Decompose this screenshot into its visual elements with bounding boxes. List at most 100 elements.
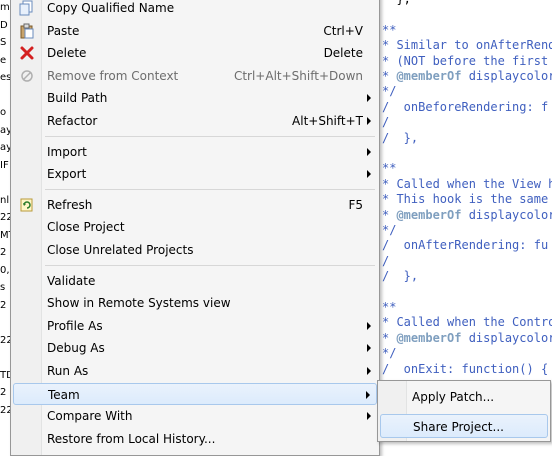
- code-line: },: [382, 0, 410, 6]
- menu-item-label: Compare With: [47, 409, 133, 424]
- copy-icon: [19, 0, 35, 16]
- menu-item-label: Validate: [47, 273, 96, 288]
- menu-item-debug-as[interactable]: Debug As: [13, 337, 377, 359]
- menu-item-label: Run As: [47, 364, 89, 378]
- code-token: displaycolor: [461, 330, 552, 345]
- code-line: * (NOT before the first: [382, 54, 548, 68]
- submenu-arrow-icon: [367, 367, 371, 375]
- menu-item-label: Refresh: [47, 197, 93, 212]
- menu-item-profile-as[interactable]: Profile As: [13, 315, 377, 337]
- code-token: * Called when the Contro: [382, 315, 552, 330]
- menu-item-refresh[interactable]: Refresh F5: [13, 194, 377, 216]
- menu-item-refactor[interactable]: Refactor Alt+Shift+T: [13, 110, 377, 132]
- code-token: @memberOf: [396, 207, 462, 222]
- team-submenu: Apply Patch... Share Project...: [377, 380, 551, 442]
- menu-separator: [45, 135, 375, 137]
- code-line: /: [382, 115, 389, 129]
- code-token: / },: [382, 130, 419, 145]
- menu-item-label: Close Project: [47, 220, 125, 235]
- menu-separator: [45, 264, 375, 266]
- menu-item-export[interactable]: Export: [13, 163, 377, 185]
- menu-item-label: Debug As: [47, 341, 105, 356]
- menu-item-label: Paste: [47, 23, 80, 38]
- code-token: displaycolor: [461, 207, 552, 222]
- code-token: */: [382, 223, 397, 237]
- code-token: /: [382, 115, 390, 130]
- menu-item-shortcut: Delete: [323, 46, 363, 61]
- tree-item-fragment: nl: [0, 194, 10, 206]
- code-token: * (NOT before the first: [382, 53, 549, 68]
- tree-item-fragment: 2: [0, 247, 7, 258]
- menu-item-build-path[interactable]: Build Path: [13, 87, 377, 109]
- code-token: * Similar to onAfterRend: [382, 38, 552, 53]
- tree-item-fragment: S: [0, 37, 7, 48]
- menu-item-team[interactable]: Team: [13, 382, 377, 405]
- menu-item-paste[interactable]: Paste Ctrl+V: [13, 20, 377, 42]
- menu-item-label: Refactor: [47, 114, 98, 128]
- submenu-arrow-icon: [367, 412, 371, 421]
- menu-item-label: Build Path: [47, 91, 108, 106]
- menu-item-label: Delete: [47, 46, 87, 61]
- menu-item-shortcut: Alt+Shift+T: [292, 114, 363, 128]
- code-line: * @memberOf displaycolor: [382, 331, 552, 345]
- menu-item-run-as[interactable]: Run As: [13, 360, 377, 382]
- code-line: / onExit: function() {: [382, 362, 548, 376]
- code-line: / onBeforeRendering: f: [382, 100, 548, 114]
- code-line: * @memberOf displaycolor: [382, 69, 552, 83]
- tree-item-fragment: 2: [0, 299, 7, 311]
- submenu-arrow-icon: [367, 321, 371, 330]
- menu-item-label: Copy Qualified Name: [47, 1, 175, 15]
- menu-item-label: Profile As: [47, 318, 103, 333]
- tree-item-fragment: m: [0, 2, 10, 13]
- menu-item-label: Team: [48, 387, 80, 402]
- code-token: *: [382, 207, 397, 222]
- code-token: */: [382, 84, 397, 99]
- submenu-item-share-project[interactable]: Share Project...: [380, 414, 548, 438]
- tree-item-fragment: o: [0, 107, 7, 118]
- code-line: **: [382, 161, 396, 175]
- menu-item-label: Remove from Context: [47, 68, 179, 83]
- tree-item-fragment: IF: [0, 159, 9, 171]
- submenu-item-apply-patch[interactable]: Apply Patch...: [380, 385, 548, 409]
- menu-item-close-unrelated-projects[interactable]: Close Unrelated Projects: [13, 239, 377, 261]
- code-line: */: [382, 223, 396, 237]
- menu-item-restore-from-local-history[interactable]: Restore from Local History...: [13, 428, 377, 450]
- delete-icon: [19, 45, 35, 61]
- code-token: @memberOf: [396, 330, 462, 345]
- menu-item-show-in-remote-systems-view[interactable]: Show in Remote Systems view: [13, 292, 377, 314]
- submenu-item-label: Share Project...: [413, 420, 504, 434]
- menu-item-label: Import: [47, 144, 87, 159]
- tree-item-fragment: 0,: [0, 264, 10, 276]
- menu-item-shortcut: Ctrl+V: [323, 23, 363, 38]
- code-token: **: [382, 161, 397, 176]
- menu-item-validate[interactable]: Validate: [13, 270, 377, 292]
- code-token: *: [382, 330, 397, 345]
- menu-separator: [45, 188, 375, 190]
- code-token: */: [382, 346, 397, 361]
- submenu-arrow-icon: [367, 147, 371, 156]
- menu-item-close-project[interactable]: Close Project: [13, 216, 377, 238]
- context-menu: Copy Qualified Name Paste Ctrl+V Delete Dele…: [10, 0, 380, 456]
- code-line: / },: [382, 269, 418, 283]
- tree-item-fragment: D: [0, 19, 8, 31]
- code-line: * Called when the View h: [382, 177, 552, 191]
- code-token: / onBeforeRendering: f: [382, 99, 549, 114]
- remove-context-icon: [19, 68, 35, 84]
- menu-item-label: Show in Remote Systems view: [47, 296, 231, 311]
- menu-item-delete[interactable]: Delete Delete: [13, 42, 377, 64]
- code-line: * @memberOf displaycolor: [382, 208, 552, 222]
- menu-item-import[interactable]: Import: [13, 141, 377, 163]
- menu-item-compare-with[interactable]: Compare With: [13, 405, 377, 427]
- paste-icon: [19, 23, 35, 39]
- refresh-icon: [19, 197, 35, 213]
- code-token: *: [382, 69, 397, 83]
- code-line: **: [382, 23, 396, 37]
- code-token: /: [382, 253, 390, 268]
- code-line: * Called when the Contro: [382, 315, 552, 329]
- code-line: / onAfterRendering: fu: [382, 238, 548, 252]
- submenu-arrow-icon: [366, 390, 370, 399]
- menu-item-shortcut: Ctrl+Alt+Shift+Down: [233, 68, 363, 83]
- submenu-arrow-icon: [367, 170, 371, 179]
- code-token: @memberOf: [396, 69, 462, 83]
- menu-item-copy-qualified-name[interactable]: Copy Qualified Name: [13, 0, 377, 19]
